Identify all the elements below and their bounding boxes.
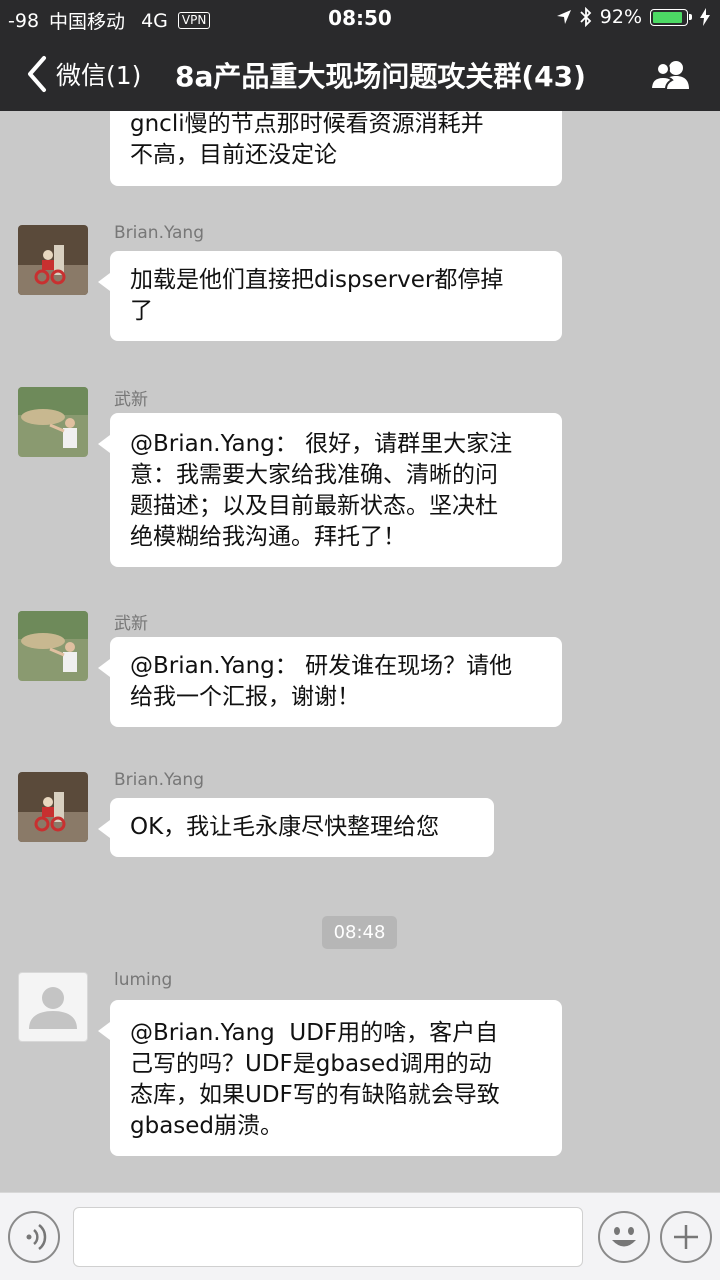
avatar-wu-xin[interactable] bbox=[18, 387, 88, 457]
avatar-brian-yang[interactable] bbox=[18, 772, 88, 842]
message-text: OK，我让毛永康尽快整理给您 bbox=[130, 814, 440, 840]
back-label: 微信(1) bbox=[56, 61, 142, 90]
group-members-icon bbox=[650, 58, 692, 90]
default-avatar-icon bbox=[19, 973, 87, 1041]
sender-name: luming bbox=[114, 970, 173, 990]
sender-name: 武新 bbox=[114, 614, 148, 634]
message-text: @Brian.Yang： 研发谁在现场？请他 给我一个汇报，谢谢！ bbox=[130, 653, 513, 710]
voice-button[interactable] bbox=[8, 1211, 60, 1263]
message-bubble[interactable]: @Brian.Yang： 研发谁在现场？请他 给我一个汇报，谢谢！ bbox=[98, 637, 562, 727]
sender-name: Brian.Yang bbox=[114, 770, 204, 790]
emoji-icon bbox=[600, 1213, 648, 1261]
battery-fill bbox=[653, 11, 683, 23]
message-bubble[interactable]: gncli慢的节点那时候看资源消耗并 不高，目前还没定论 bbox=[110, 111, 562, 186]
message-text: gncli慢的节点那时候看资源消耗并 不高，目前还没定论 bbox=[130, 111, 484, 168]
message-bubble[interactable]: @Brian.Yang： 很好，请群里大家注 意：我需要大家给我准确、清晰的问 … bbox=[98, 413, 562, 567]
location-icon bbox=[556, 9, 572, 25]
charging-icon bbox=[700, 8, 710, 26]
battery-percent: 92% bbox=[599, 6, 642, 28]
sender-name: 武新 bbox=[114, 390, 148, 410]
chat-title: 8a产品重大现场问题攻关群(43) bbox=[175, 60, 586, 93]
plus-icon bbox=[662, 1213, 710, 1261]
message-bubble[interactable]: @Brian.Yang UDF用的啥，客户自 己写的吗？UDF是gbased调用… bbox=[98, 1000, 562, 1156]
bluetooth-icon bbox=[580, 7, 592, 27]
voice-icon bbox=[10, 1213, 58, 1261]
message-bubble[interactable]: 加载是他们直接把dispserver都停掉 了 bbox=[98, 251, 562, 341]
wechat-group-chat-screen: -98 中国移动 4G VPN 08:50 92% 微信(1) 8a产品重大现场… bbox=[0, 0, 720, 1280]
message-text: @Brian.Yang： 很好，请群里大家注 意：我需要大家给我准确、清晰的问 … bbox=[130, 431, 513, 550]
avatar-wu-xin[interactable] bbox=[18, 611, 88, 681]
battery-icon bbox=[650, 8, 692, 26]
sender-name: Brian.Yang bbox=[114, 223, 204, 243]
emoji-button[interactable] bbox=[598, 1211, 650, 1263]
status-bar: -98 中国移动 4G VPN 08:50 92% bbox=[0, 0, 720, 36]
status-right: 92% bbox=[556, 6, 710, 28]
back-button[interactable]: 微信(1) bbox=[18, 54, 141, 94]
input-toolbar bbox=[0, 1192, 720, 1280]
chat-message-list[interactable]: gncli慢的节点那时候看资源消耗并 不高，目前还没定论 Brian.Yang … bbox=[0, 111, 720, 1192]
message-text: 加载是他们直接把dispserver都停掉 了 bbox=[130, 267, 504, 324]
more-functions-button[interactable] bbox=[660, 1211, 712, 1263]
navigation-bar: 微信(1) 8a产品重大现场问题攻关群(43) bbox=[0, 36, 720, 111]
chevron-left-icon bbox=[22, 54, 52, 94]
avatar-brian-yang[interactable] bbox=[18, 225, 88, 295]
message-input[interactable] bbox=[73, 1207, 583, 1267]
message-text: @Brian.Yang UDF用的啥，客户自 己写的吗？UDF是gbased调用… bbox=[130, 1020, 500, 1139]
timestamp-badge: 08:48 bbox=[322, 916, 397, 949]
avatar-luming[interactable] bbox=[18, 972, 88, 1042]
message-bubble[interactable]: OK，我让毛永康尽快整理给您 bbox=[98, 798, 494, 857]
group-members-button[interactable] bbox=[650, 58, 692, 90]
